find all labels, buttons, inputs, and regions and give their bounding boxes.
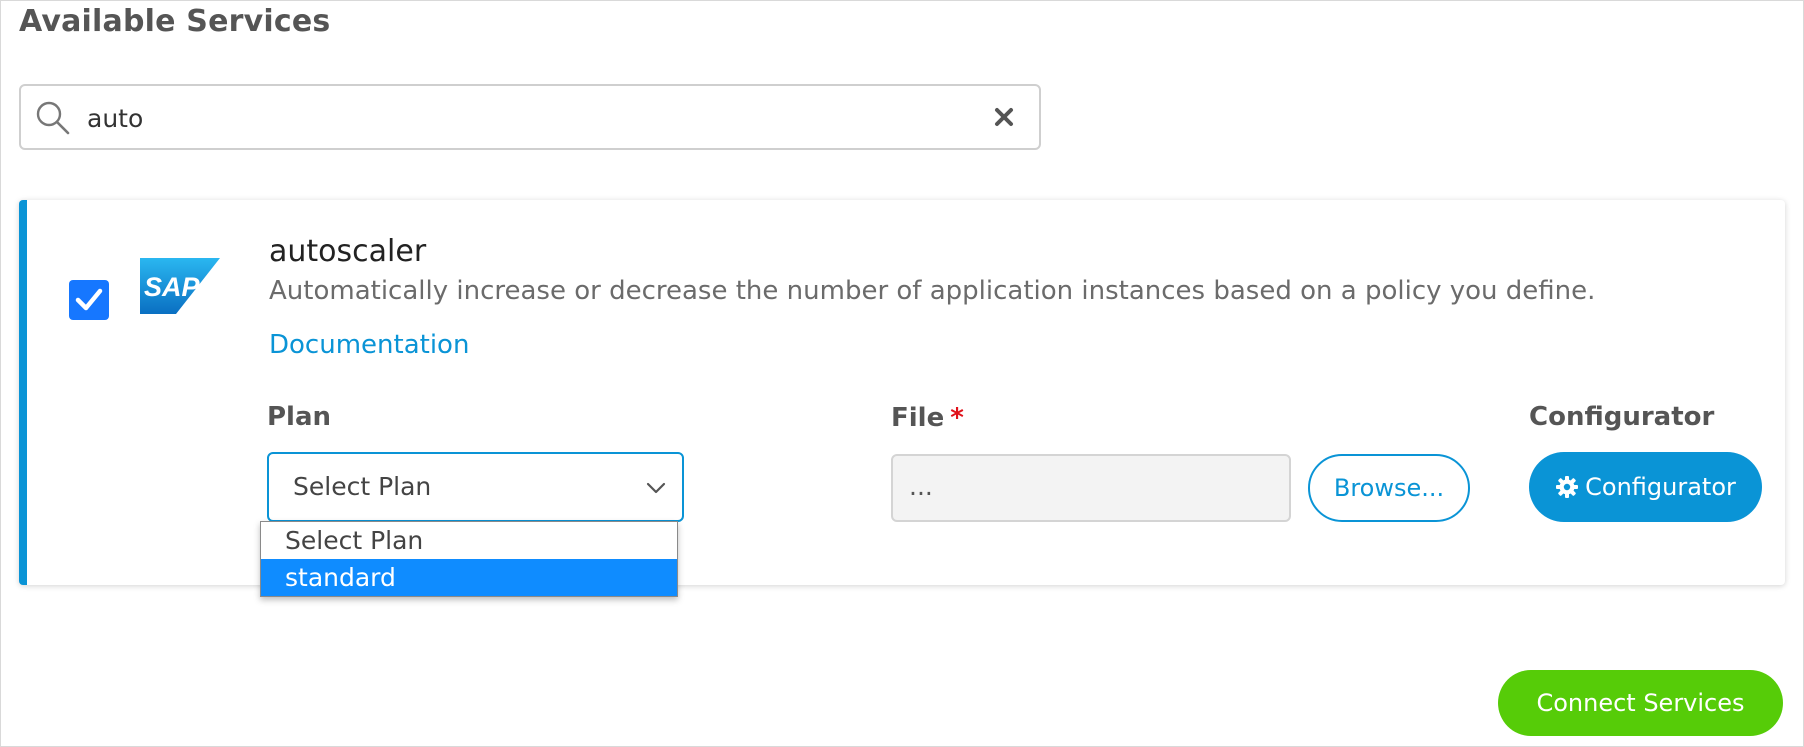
plan-label: Plan xyxy=(267,402,332,432)
file-label-text: File xyxy=(891,403,945,433)
search-icon xyxy=(35,100,71,136)
configurator-button[interactable]: Configurator xyxy=(1529,452,1762,522)
svg-text:SAP: SAP xyxy=(144,272,201,302)
service-name: autoscaler xyxy=(269,234,427,269)
file-input[interactable]: ... xyxy=(891,454,1291,522)
search-input[interactable] xyxy=(85,92,949,144)
configurator-label: Configurator xyxy=(1529,402,1715,432)
gear-icon xyxy=(1555,475,1579,499)
connect-services-button[interactable]: Connect Services xyxy=(1498,670,1783,736)
browse-button[interactable]: Browse... xyxy=(1308,454,1470,522)
page-title: Available Services xyxy=(19,4,331,39)
configurator-button-label: Configurator xyxy=(1585,473,1736,501)
plan-select[interactable]: Select Plan xyxy=(267,452,684,522)
service-description: Automatically increase or decrease the n… xyxy=(269,276,1596,306)
check-icon xyxy=(75,288,103,311)
documentation-link[interactable]: Documentation xyxy=(269,330,469,360)
required-mark: * xyxy=(950,403,964,433)
service-checkbox[interactable] xyxy=(69,280,109,320)
close-icon[interactable] xyxy=(991,104,1017,130)
search-box xyxy=(19,84,1041,150)
plan-select-value: Select Plan xyxy=(293,472,432,501)
chevron-down-icon xyxy=(646,480,666,494)
plan-options-list: Select Plan standard xyxy=(260,521,678,597)
plan-option-standard[interactable]: standard xyxy=(261,559,677,596)
file-label: File * xyxy=(891,403,964,433)
sap-logo: SAP xyxy=(140,258,220,314)
plan-option-select-plan[interactable]: Select Plan xyxy=(261,522,677,559)
